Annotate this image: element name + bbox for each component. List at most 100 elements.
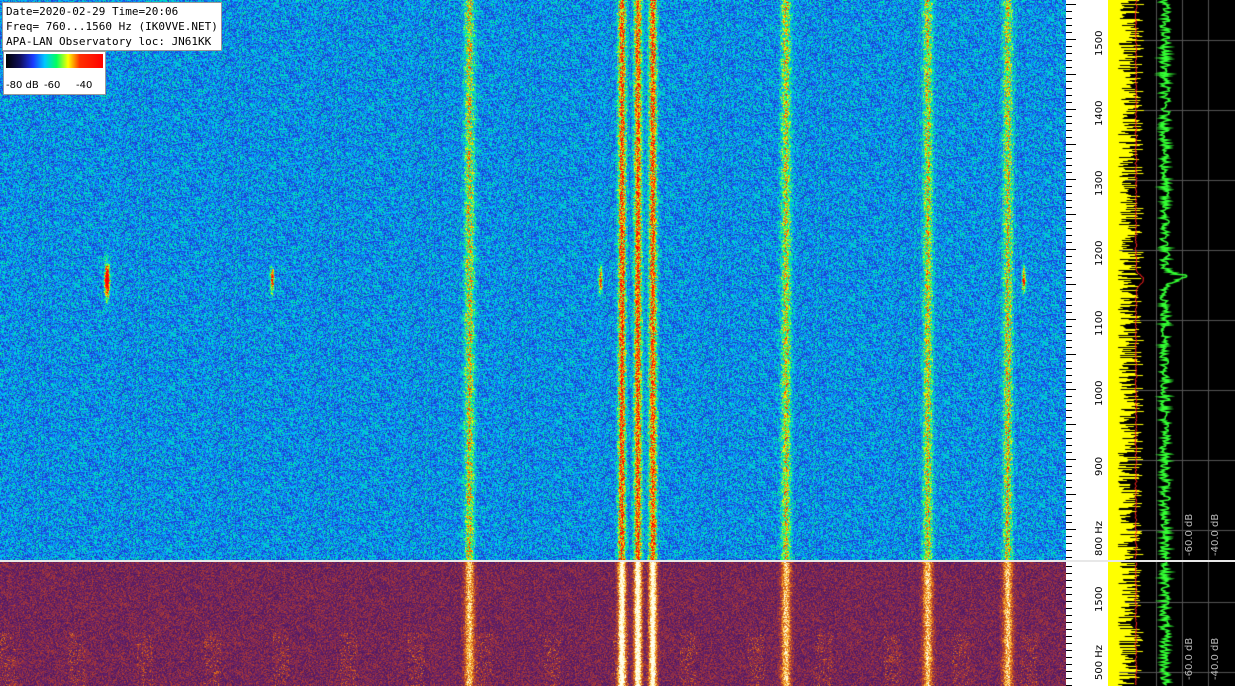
axis-tick xyxy=(1066,81,1072,82)
freq-label: 1100 xyxy=(1094,310,1105,336)
axis-tick xyxy=(1066,270,1072,271)
axis-tick xyxy=(1066,480,1072,481)
axis-tick xyxy=(1066,636,1072,637)
axis-tick xyxy=(1066,18,1072,19)
freq-label: 900 xyxy=(1094,456,1105,476)
axis-tick xyxy=(1066,109,1076,110)
axis-tick xyxy=(1066,60,1072,61)
axis-tick xyxy=(1066,32,1072,33)
spectrogram-viewer: Date=2020-02-29 Time=20:06 Freq= 760...1… xyxy=(0,0,1235,686)
freq-label: 1300 xyxy=(1094,170,1105,196)
axis-tick xyxy=(1066,473,1072,474)
axis-tick xyxy=(1066,622,1072,623)
freq-label-overview: 1500 xyxy=(1094,586,1105,612)
axis-tick xyxy=(1066,130,1072,131)
info-freq: Freq= 760...1560 Hz (IK0VVE.NET) xyxy=(6,20,218,33)
axis-tick xyxy=(1066,249,1076,250)
axis-tick xyxy=(1066,431,1072,432)
axis-tick xyxy=(1066,95,1072,96)
frequency-axis: 1500 1400 1300 1200 1100 1000 900 800 Hz xyxy=(1066,0,1108,560)
axis-tick xyxy=(1066,263,1072,264)
axis-tick xyxy=(1066,221,1072,222)
axis-tick xyxy=(1066,179,1076,180)
axis-tick xyxy=(1066,53,1072,54)
axis-tick xyxy=(1066,466,1072,467)
db-label: -60.0 dB xyxy=(1184,637,1195,680)
info-panel: Date=2020-02-29 Time=20:06 Freq= 760...1… xyxy=(2,2,222,51)
axis-tick xyxy=(1066,515,1072,516)
axis-tick xyxy=(1066,326,1072,327)
db-label: -40.0 dB xyxy=(1210,513,1221,556)
axis-tick xyxy=(1066,573,1072,574)
axis-tick xyxy=(1066,46,1072,47)
freq-label: 800 Hz xyxy=(1094,520,1105,556)
freq-label: 1000 xyxy=(1094,380,1105,406)
axis-tick xyxy=(1066,277,1072,278)
axis-tick xyxy=(1066,340,1072,341)
axis-tick xyxy=(1066,172,1072,173)
axis-tick xyxy=(1066,587,1072,588)
axis-tick xyxy=(1066,657,1072,658)
colorbar-legend: -80 dB -60 -40 xyxy=(3,51,106,95)
axis-tick xyxy=(1066,594,1072,595)
axis-tick xyxy=(1066,566,1072,567)
colorbar-mid-label: -60 xyxy=(44,80,61,91)
axis-tick xyxy=(1066,664,1072,665)
axis-tick xyxy=(1066,165,1072,166)
freq-label: 1400 xyxy=(1094,100,1105,126)
axis-tick xyxy=(1066,522,1072,523)
freq-label: 1500 xyxy=(1094,30,1105,56)
info-date-time: Date=2020-02-29 Time=20:06 xyxy=(6,5,179,18)
db-label: -60.0 dB xyxy=(1184,513,1195,556)
axis-tick xyxy=(1066,214,1076,215)
axis-tick xyxy=(1066,228,1072,229)
axis-tick xyxy=(1066,608,1072,609)
axis-tick xyxy=(1066,298,1072,299)
waterfall-overview xyxy=(0,562,1066,686)
axis-tick xyxy=(1066,529,1076,530)
axis-tick xyxy=(1066,452,1072,453)
axis-tick xyxy=(1066,67,1072,68)
axis-tick xyxy=(1066,11,1072,12)
axis-tick xyxy=(1066,403,1072,404)
axis-tick xyxy=(1066,354,1076,355)
axis-tick xyxy=(1066,193,1072,194)
axis-tick xyxy=(1066,319,1076,320)
axis-tick xyxy=(1066,643,1072,644)
db-label: -40.0 dB xyxy=(1210,637,1221,680)
axis-tick xyxy=(1066,438,1072,439)
axis-tick xyxy=(1066,102,1072,103)
axis-tick xyxy=(1066,347,1072,348)
axis-tick xyxy=(1066,382,1072,383)
axis-tick xyxy=(1066,487,1072,488)
axis-tick xyxy=(1066,361,1072,362)
axis-tick xyxy=(1066,74,1076,75)
axis-tick xyxy=(1066,200,1072,201)
axis-tick xyxy=(1066,494,1076,495)
axis-tick xyxy=(1066,543,1072,544)
axis-tick xyxy=(1066,39,1076,40)
axis-tick xyxy=(1066,615,1072,616)
axis-tick xyxy=(1066,291,1072,292)
axis-tick xyxy=(1066,580,1072,581)
axis-tick xyxy=(1066,144,1076,145)
axis-tick xyxy=(1066,284,1076,285)
axis-tick xyxy=(1066,557,1072,558)
axis-tick xyxy=(1066,508,1072,509)
freq-label-overview: 500 Hz xyxy=(1094,644,1105,680)
axis-tick xyxy=(1066,123,1072,124)
axis-tick xyxy=(1066,235,1072,236)
axis-tick xyxy=(1066,410,1072,411)
info-location: APA-LAN Observatory loc: JN61KK xyxy=(6,35,212,48)
axis-tick xyxy=(1066,4,1076,5)
frequency-axis-overview: 1500 500 Hz xyxy=(1066,562,1108,686)
axis-tick xyxy=(1066,305,1072,306)
freq-label: 1200 xyxy=(1094,240,1105,266)
colorbar-gradient xyxy=(6,54,103,68)
axis-tick xyxy=(1066,459,1076,460)
axis-tick xyxy=(1066,25,1072,26)
axis-tick xyxy=(1066,536,1072,537)
axis-tick xyxy=(1066,207,1072,208)
axis-tick xyxy=(1066,629,1072,630)
axis-tick xyxy=(1066,186,1072,187)
